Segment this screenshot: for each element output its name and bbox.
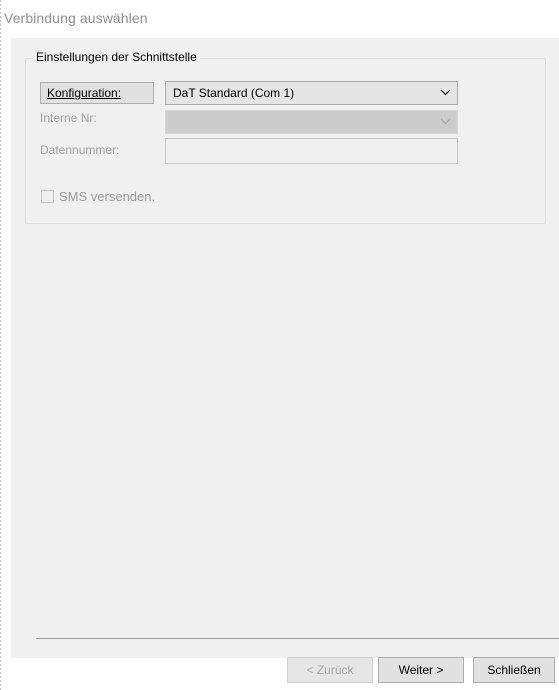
konfiguration-dropdown[interactable]: DaT Standard (Com 1) (165, 81, 458, 105)
sms-checkbox[interactable] (41, 190, 54, 203)
chevron-down-icon (440, 118, 451, 125)
datennummer-field[interactable] (165, 138, 458, 164)
konfiguration-label-text: Konfiguration: (47, 86, 122, 100)
sms-checkbox-label: SMS versenden. (59, 189, 156, 204)
interne-nr-dropdown[interactable] (165, 110, 458, 134)
konfiguration-label: Konfiguration: (40, 82, 154, 104)
window-title: Verbindung auswählen (4, 10, 148, 26)
next-button[interactable]: Weiter > (378, 657, 464, 683)
chevron-down-icon (440, 89, 451, 96)
interne-nr-label: Interne Nr: (40, 111, 97, 125)
close-button[interactable]: Schließen (473, 657, 555, 683)
datennummer-label: Datennummer: (40, 143, 120, 157)
back-button[interactable]: < Zurück (287, 657, 373, 683)
groupbox-title: Einstellungen der Schnittstelle (33, 50, 200, 64)
footer-separator (36, 638, 559, 639)
konfiguration-selected-value: DaT Standard (Com 1) (173, 86, 295, 100)
window-left-border (0, 0, 1, 690)
